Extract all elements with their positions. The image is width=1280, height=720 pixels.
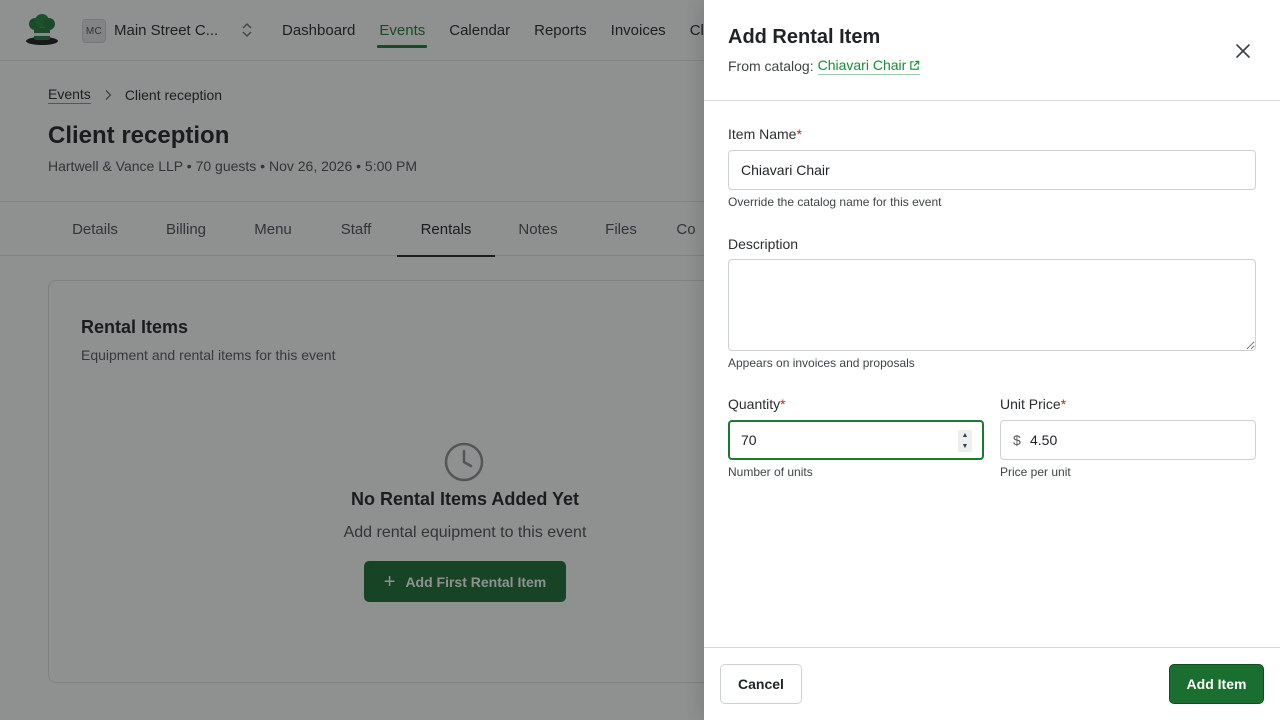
required-marker: *	[796, 126, 802, 142]
catalog-item-link[interactable]: Chiavari Chair	[817, 57, 921, 75]
required-marker: *	[1060, 396, 1067, 412]
currency-prefix: $	[1013, 432, 1021, 448]
drawer-title: Add Rental Item	[728, 26, 881, 48]
quantity-value[interactable]: 70	[741, 432, 757, 448]
description-hint: Appears on invoices and proposals	[728, 356, 915, 370]
unit-price-label-text: Unit Price	[1000, 396, 1061, 412]
unit-price-hint: Price per unit	[1000, 465, 1071, 479]
add-item-button[interactable]: Add Item	[1169, 664, 1264, 704]
quantity-label-text: Quantity	[728, 396, 781, 412]
cancel-button[interactable]: Cancel	[720, 664, 802, 704]
drawer-footer: Cancel Add Item	[704, 647, 1280, 720]
quantity-spinner[interactable]: ▲ ▼	[958, 430, 972, 452]
catalog-source: From catalog: Chiavari Chair	[728, 57, 921, 75]
item-name-hint: Override the catalog name for this event	[728, 195, 942, 209]
quantity-label: Quantity*	[728, 396, 786, 412]
quantity-hint: Number of units	[728, 465, 813, 479]
unit-price-input[interactable]: $ 4.50	[1000, 420, 1256, 460]
spin-down-icon[interactable]: ▼	[962, 441, 969, 452]
close-button[interactable]	[1232, 40, 1254, 62]
item-name-input[interactable]	[728, 150, 1256, 190]
external-link-icon	[910, 60, 920, 70]
item-name-label: Item Name*	[728, 126, 802, 142]
drawer-header: Add Rental Item From catalog: Chiavari C…	[704, 0, 1280, 101]
description-textarea[interactable]	[728, 259, 1256, 351]
unit-price-value[interactable]: 4.50	[1030, 432, 1057, 448]
catalog-prefix: From catalog:	[728, 58, 814, 74]
unit-price-label: Unit Price*	[1000, 396, 1066, 412]
item-name-label-text: Item Name	[728, 126, 797, 142]
description-label: Description	[728, 236, 799, 252]
required-marker: *	[780, 396, 786, 412]
add-rental-drawer: Add Rental Item From catalog: Chiavari C…	[704, 0, 1280, 720]
catalog-item-name: Chiavari Chair	[817, 57, 907, 73]
quantity-stepper[interactable]: 70 ▲ ▼	[728, 420, 984, 460]
close-icon	[1236, 44, 1250, 58]
spin-up-icon[interactable]: ▲	[962, 430, 969, 441]
